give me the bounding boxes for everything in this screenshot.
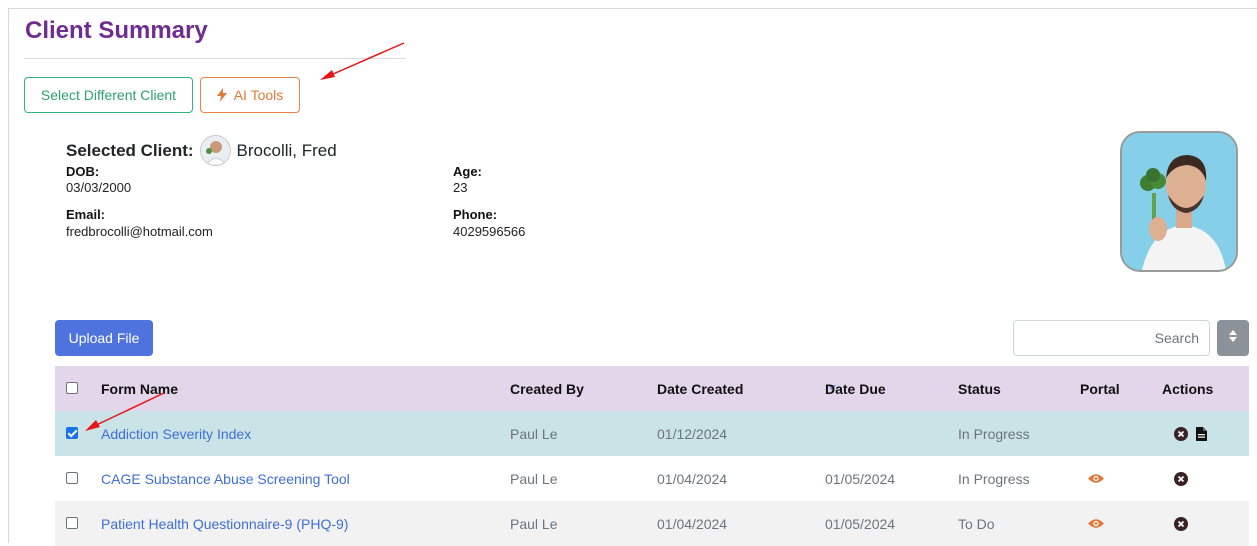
select-all-checkbox[interactable] <box>66 382 78 394</box>
date-due-cell: 01/05/2024 <box>825 515 896 532</box>
dob-value: 03/03/2000 <box>66 180 132 195</box>
form-name-link[interactable]: CAGE Substance Abuse Screening Tool <box>101 456 350 501</box>
table-row[interactable]: CAGE Substance Abuse Screening Tool Paul … <box>55 456 1249 501</box>
bolt-icon <box>216 88 227 102</box>
status-cell: In Progress <box>958 470 1030 487</box>
table-body: Addiction Severity Index Paul Le 01/12/202… <box>55 411 1249 546</box>
email-value: fredbrocolli@hotmail.com <box>66 224 213 239</box>
age-value: 23 <box>453 180 468 195</box>
row-checkbox[interactable] <box>66 517 78 529</box>
selected-client-name: Brocolli, Fred <box>236 140 337 160</box>
column-header-actions: Actions <box>1162 380 1214 397</box>
selected-client-line: Selected Client: Brocolli, Fred <box>66 135 337 166</box>
sort-icon <box>1228 329 1238 348</box>
times-circle-icon[interactable] <box>1174 516 1188 531</box>
row-checkbox[interactable] <box>66 472 78 484</box>
ai-tools-label: AI Tools <box>233 87 284 103</box>
created-by-cell: Paul Le <box>510 425 558 442</box>
portal-cell <box>1088 456 1112 501</box>
search-input[interactable] <box>1013 320 1210 356</box>
form-name-link[interactable]: Addiction Severity Index <box>101 411 251 456</box>
upload-file-label: Upload File <box>68 330 140 346</box>
table-header-row: Form Name Created By Date Created Date D… <box>55 366 1249 411</box>
age-label: Age: <box>453 164 482 179</box>
times-circle-icon[interactable] <box>1174 426 1188 441</box>
date-due-cell: 01/05/2024 <box>825 470 896 487</box>
column-header-date-created[interactable]: Date Created <box>657 366 743 411</box>
actions-cell <box>1174 456 1196 501</box>
eye-icon[interactable] <box>1088 518 1104 529</box>
client-avatar <box>199 135 231 166</box>
date-created-cell: 01/12/2024 <box>657 425 728 442</box>
table-row[interactable]: Addiction Severity Index Paul Le 01/12/202… <box>55 411 1249 456</box>
created-by-cell: Paul Le <box>510 470 558 487</box>
portal-cell <box>1088 501 1112 546</box>
date-created-cell: 01/04/2024 <box>657 470 728 487</box>
title-divider <box>24 58 406 59</box>
status-cell: To Do <box>958 515 995 532</box>
file-icon[interactable] <box>1196 426 1207 441</box>
row-checkbox[interactable] <box>66 427 78 439</box>
page-title: Client Summary <box>25 17 208 44</box>
actions-cell <box>1174 501 1196 546</box>
created-by-cell: Paul Le <box>510 515 558 532</box>
status-cell: In Progress <box>958 425 1030 442</box>
select-different-client-label: Select Different Client <box>40 87 177 103</box>
selected-client-label: Selected Client: <box>66 140 194 160</box>
eye-icon[interactable] <box>1088 473 1104 484</box>
forms-table: Form Name Created By Date Created Date D… <box>55 366 1249 546</box>
actions-cell <box>1174 411 1215 456</box>
date-created-cell: 01/04/2024 <box>657 515 728 532</box>
ai-tools-button[interactable]: AI Tools <box>200 77 300 113</box>
phone-value: 4029596566 <box>453 224 526 239</box>
times-circle-icon[interactable] <box>1174 471 1188 486</box>
form-name-link[interactable]: Patient Health Questionnaire-9 (PHQ-9) <box>101 501 348 546</box>
upload-file-button[interactable]: Upload File <box>55 320 153 356</box>
dob-label: DOB: <box>66 164 100 179</box>
column-header-created-by[interactable]: Created By <box>510 366 584 411</box>
phone-label: Phone: <box>453 207 498 222</box>
table-row[interactable]: Patient Health Questionnaire-9 (PHQ-9) Pa… <box>55 501 1249 546</box>
column-header-status[interactable]: Status <box>958 366 1001 411</box>
sort-toggle-button[interactable] <box>1217 320 1249 356</box>
column-header-form-name[interactable]: Form Name <box>101 366 178 411</box>
email-label: Email: <box>66 207 106 222</box>
select-different-client-button[interactable]: Select Different Client <box>24 77 193 113</box>
column-header-date-due[interactable]: Date Due <box>825 366 886 411</box>
client-photo <box>1120 131 1238 272</box>
column-header-portal: Portal <box>1080 380 1120 397</box>
